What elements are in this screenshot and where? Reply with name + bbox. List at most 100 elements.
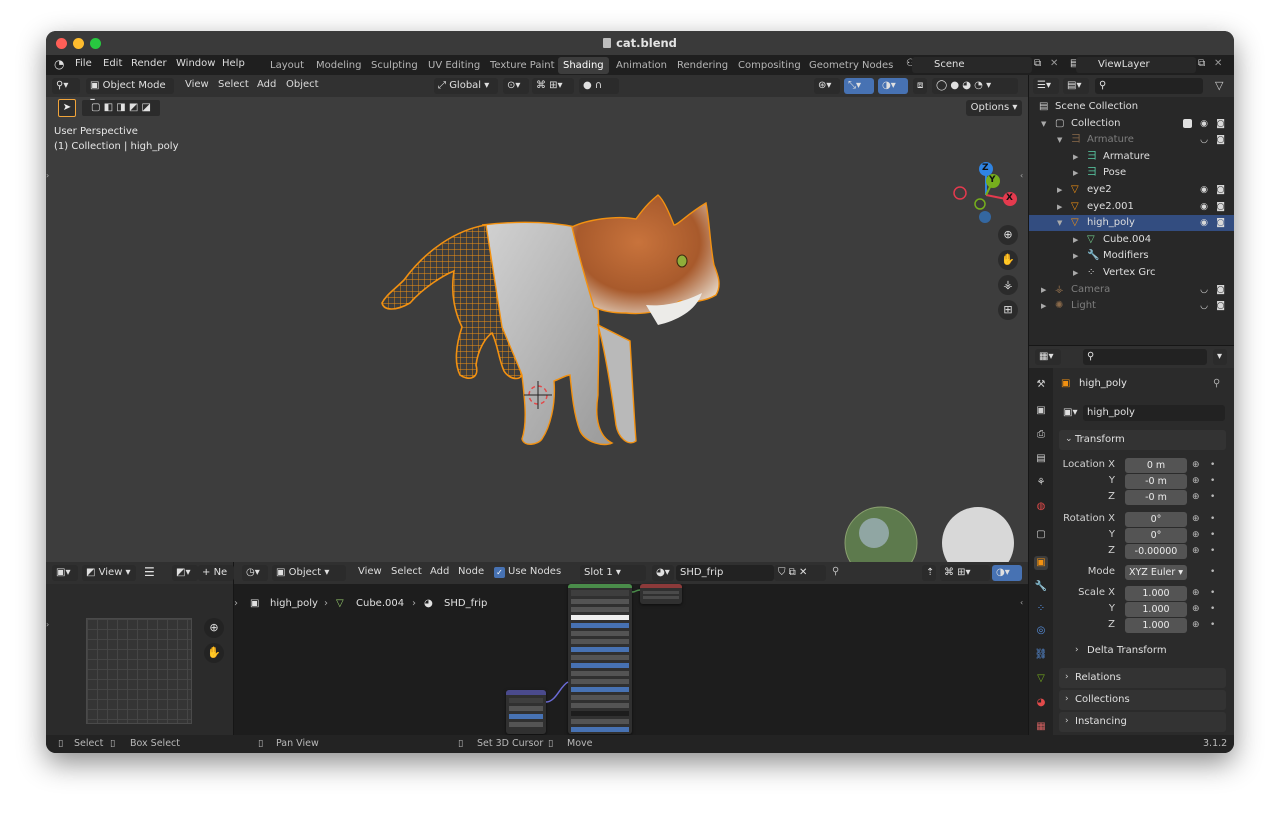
outliner-row[interactable]: ▶ ⺕ Armature bbox=[1029, 149, 1234, 165]
tab-sculpting[interactable]: Sculpting bbox=[366, 57, 423, 74]
hamburger-menu-icon[interactable]: ☰ bbox=[144, 565, 155, 579]
scale-z-field[interactable]: 1.000 bbox=[1125, 618, 1187, 633]
outliner-row[interactable]: ▤ Scene Collection bbox=[1029, 99, 1234, 115]
scene-name-field[interactable]: Scene bbox=[912, 57, 1032, 73]
new-view-layer-icon[interactable]: ⧉ bbox=[1198, 58, 1205, 69]
lock-icon[interactable]: ⊕ bbox=[1192, 514, 1200, 524]
image-editor[interactable]: ▣▾ ◩ View ▾ ☰ ◩▾ + Ne ⊕ ✋ › bbox=[46, 562, 234, 735]
new-image-button[interactable]: + Ne bbox=[198, 565, 234, 581]
lock-icon[interactable]: ⊕ bbox=[1192, 492, 1200, 502]
material-action-icons[interactable]: ⛉ ⧉ ✕ bbox=[774, 565, 826, 581]
image-pan-icon[interactable]: ✋ bbox=[204, 643, 224, 663]
keyframe-dot-icon[interactable]: • bbox=[1210, 492, 1215, 502]
eye-icon[interactable]: ◉ bbox=[1200, 116, 1208, 132]
sidebar-toggle-left-icon[interactable]: › bbox=[46, 171, 49, 180]
tab-uv-editing[interactable]: UV Editing bbox=[423, 57, 485, 74]
filter-icon[interactable]: ▽ bbox=[1215, 79, 1223, 92]
world-tab-icon[interactable]: ◍ bbox=[1034, 500, 1048, 514]
properties-search-input[interactable]: ⚲ bbox=[1083, 349, 1207, 365]
keyframe-dot-icon[interactable]: • bbox=[1210, 460, 1215, 470]
outliner-row[interactable]: ▼ ⺕ Armature ◡ ◙ bbox=[1029, 132, 1234, 148]
node-snapping-icons[interactable]: ⌘ ⊞▾ bbox=[940, 565, 990, 581]
material-browse-icon[interactable]: ◕▾ bbox=[652, 565, 674, 581]
constraints-tab-icon[interactable]: ⛓ bbox=[1034, 648, 1048, 662]
render-camera-icon[interactable]: ◙ bbox=[1216, 199, 1225, 215]
close-window-button[interactable] bbox=[56, 38, 67, 49]
lock-icon[interactable]: ⊕ bbox=[1192, 460, 1200, 470]
node-menu-select[interactable]: Select bbox=[391, 566, 422, 577]
tab-compositing[interactable]: Compositing bbox=[733, 57, 806, 74]
menu-help[interactable]: Help bbox=[222, 58, 245, 69]
collection-exclude-checkbox[interactable] bbox=[1183, 118, 1192, 128]
node-sidebar-toggle-icon[interactable]: ‹ bbox=[1020, 598, 1023, 607]
menu-render[interactable]: Render bbox=[131, 58, 167, 69]
outliner-row[interactable]: ▶ ⁘ Vertex Grc bbox=[1029, 265, 1234, 281]
3d-viewport[interactable]: ⚲▾ ▣ Object Mode ▾ View Select Add Objec… bbox=[46, 75, 1028, 562]
relations-panel-header[interactable]: Relations bbox=[1059, 668, 1226, 688]
object-data-tab-icon[interactable]: ▽ bbox=[1034, 672, 1048, 686]
outliner-row[interactable]: ▶ ▽ Cube.004 bbox=[1029, 232, 1234, 248]
pin-icon[interactable]: ⚲ bbox=[832, 566, 839, 577]
outliner-display-mode-icon[interactable]: ▤▾ bbox=[1063, 78, 1089, 94]
outliner-row[interactable]: ▶ ⚶ Camera ◡ ◙ bbox=[1029, 282, 1234, 298]
expand-toggle-icon[interactable]: ▼ bbox=[1041, 116, 1046, 132]
properties-editor-type-icon[interactable]: ▦▾ bbox=[1035, 349, 1061, 365]
expand-toggle-icon[interactable]: ▶ bbox=[1057, 182, 1062, 198]
outliner-row[interactable]: ▼ ▢ Collection ◉ ◙ bbox=[1029, 116, 1234, 132]
delete-view-layer-icon[interactable]: ✕ bbox=[1214, 58, 1222, 69]
eye-icon[interactable]: ◉ bbox=[1200, 199, 1208, 215]
outliner-search-input[interactable]: ⚲ bbox=[1095, 78, 1203, 94]
tab-rendering[interactable]: Rendering bbox=[672, 57, 733, 74]
view-layer-name-field[interactable]: ViewLayer bbox=[1076, 57, 1196, 73]
render-camera-icon[interactable]: ◙ bbox=[1216, 282, 1225, 298]
expand-toggle-icon[interactable]: ▶ bbox=[1041, 282, 1046, 298]
delete-scene-icon[interactable]: ✕ bbox=[1050, 58, 1058, 69]
delta-transform-subpanel[interactable]: Delta Transform bbox=[1087, 645, 1167, 656]
rotation-z-field[interactable]: -0.00000 bbox=[1125, 544, 1187, 559]
rotation-x-field[interactable]: 0° bbox=[1125, 512, 1187, 527]
blender-logo-icon[interactable]: ◔ bbox=[54, 57, 64, 71]
pan-hand-icon[interactable]: ✋ bbox=[998, 250, 1018, 270]
expand-toggle-icon[interactable]: ▶ bbox=[1073, 149, 1078, 165]
outliner-row[interactable]: ▶ ▽ eye2.001 ◉ ◙ bbox=[1029, 199, 1234, 215]
material-name-field[interactable]: SHD_frip bbox=[676, 565, 774, 581]
physics-tab-icon[interactable]: ◎ bbox=[1034, 624, 1048, 638]
sidebar-toggle-right-icon[interactable]: ‹ bbox=[1020, 171, 1023, 180]
parent-node-tree-icon[interactable]: ⇡ bbox=[922, 565, 936, 581]
eye-icon[interactable]: ◡ bbox=[1200, 298, 1208, 314]
instancing-panel-header[interactable]: Instancing bbox=[1059, 712, 1226, 732]
node-editor-type-icon[interactable]: ◷▾ bbox=[242, 565, 268, 581]
camera-view-icon[interactable]: ⚶ bbox=[998, 275, 1018, 295]
expand-toggle-icon[interactable]: ▶ bbox=[1073, 165, 1078, 181]
outliner-row[interactable]: ▶ ▽ eye2 ◉ ◙ bbox=[1029, 182, 1234, 198]
new-scene-icon[interactable]: ⧉ bbox=[1034, 58, 1041, 69]
node-menu-node[interactable]: Node bbox=[458, 566, 484, 577]
ortho-grid-icon[interactable]: ⊞ bbox=[998, 300, 1018, 320]
tab-shading[interactable]: Shading bbox=[558, 57, 609, 74]
expand-toggle-icon[interactable]: ▼ bbox=[1057, 215, 1062, 231]
minimize-window-button[interactable] bbox=[73, 38, 84, 49]
keyframe-dot-icon[interactable]: • bbox=[1210, 476, 1215, 486]
lock-icon[interactable]: ⊕ bbox=[1192, 476, 1200, 486]
node-menu-add[interactable]: Add bbox=[430, 566, 449, 577]
expand-toggle-icon[interactable]: ▶ bbox=[1041, 298, 1046, 314]
eye-icon[interactable]: ◡ bbox=[1200, 282, 1208, 298]
properties-editor[interactable]: ▦▾ ⚲ ▾ ⚒ ▣ ⎙ ▤ ⚘ ◍ ▢ ▣ 🔧 ⁘ ◎ ⛓ ▽ ◕ ▦ ▣ h… bbox=[1028, 345, 1234, 736]
collection-tab-icon[interactable]: ▢ bbox=[1034, 528, 1048, 542]
keyframe-dot-icon[interactable]: • bbox=[1210, 620, 1215, 630]
particles-tab-icon[interactable]: ⁘ bbox=[1034, 602, 1048, 616]
location-z-field[interactable]: -0 m bbox=[1125, 490, 1187, 505]
shader-node-editor[interactable]: ◷▾ ▣ Object ▾ View Select Add Node ✓ Use… bbox=[234, 562, 1028, 735]
image-zoom-icon[interactable]: ⊕ bbox=[204, 618, 224, 638]
image-editor-view-dropdown[interactable]: ◩ View ▾ bbox=[82, 565, 136, 581]
keyframe-dot-icon[interactable]: • bbox=[1210, 514, 1215, 524]
keyframe-dot-icon[interactable]: • bbox=[1210, 604, 1215, 614]
eye-icon[interactable]: ◉ bbox=[1200, 215, 1208, 231]
collections-panel-header[interactable]: Collections bbox=[1059, 690, 1226, 710]
outliner-row[interactable]: ▶ ✺ Light ◡ ◙ bbox=[1029, 298, 1234, 314]
image-editor-type-icon[interactable]: ▣▾ bbox=[52, 565, 78, 581]
outliner-row[interactable]: ▶ ⺕ Pose bbox=[1029, 165, 1234, 181]
cat-model[interactable] bbox=[46, 75, 1028, 562]
shader-type-dropdown[interactable]: ▣ Object ▾ bbox=[272, 565, 346, 581]
rotation-y-field[interactable]: 0° bbox=[1125, 528, 1187, 543]
